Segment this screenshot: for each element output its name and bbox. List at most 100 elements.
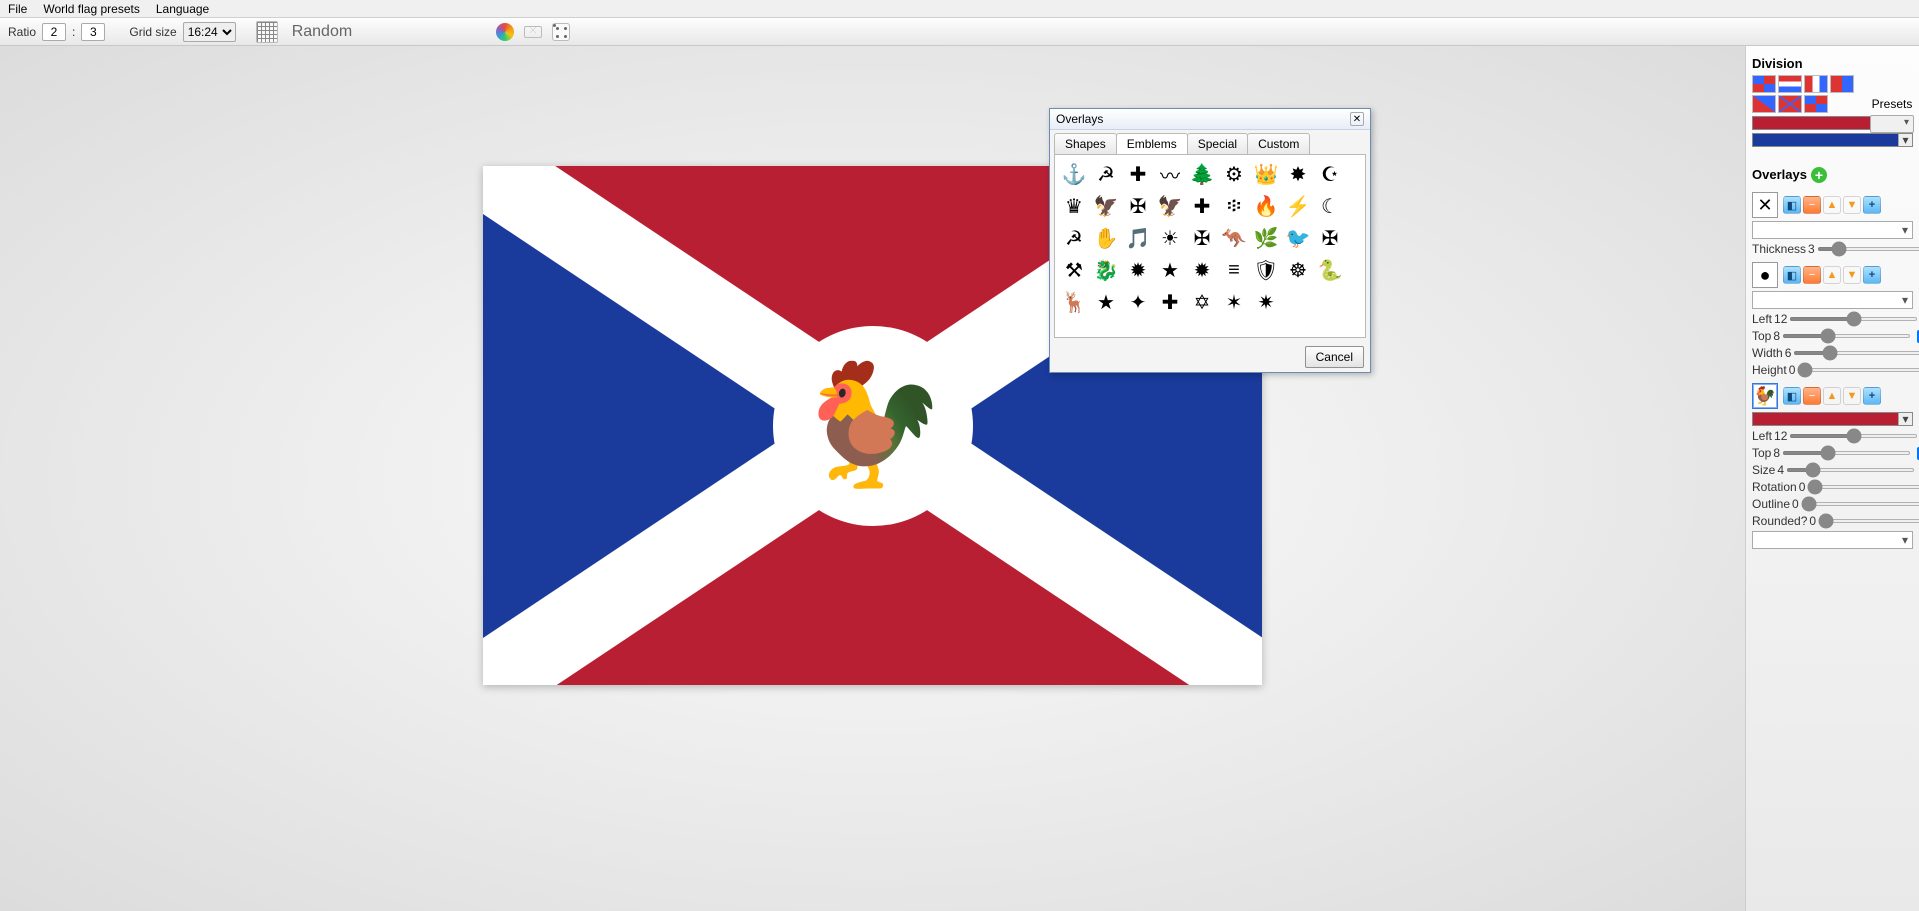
- overlay-type-select[interactable]: [1752, 221, 1913, 239]
- division-quarter-option[interactable]: [1804, 95, 1828, 113]
- emblem-option[interactable]: ✡: [1187, 287, 1217, 317]
- dice-button[interactable]: [550, 21, 572, 43]
- clone-button[interactable]: +: [1863, 196, 1881, 214]
- emblem-option[interactable]: 🦅: [1091, 191, 1121, 221]
- emblem-option[interactable]: ✠: [1315, 223, 1345, 253]
- property-slider[interactable]: [1782, 334, 1911, 338]
- remove-button[interactable]: −: [1803, 266, 1821, 284]
- emblem-option[interactable]: ✚: [1187, 191, 1217, 221]
- property-slider[interactable]: [1793, 351, 1919, 355]
- tab-special[interactable]: Special: [1187, 133, 1248, 154]
- menu-world-flag-presets[interactable]: World flag presets: [43, 2, 140, 16]
- overlay-type-select[interactable]: [1752, 291, 1913, 309]
- emblem-option[interactable]: ✶: [1219, 287, 1249, 317]
- dialog-body[interactable]: ⚓☭✚〰🌲⚙👑✸☪♛🦅✠🦅✚፨🔥⚡☾☭✋🎵☀✠🦘🌿🐦✠⚒🐉✹★✹≡🛡☸🐍🦌★✦✚…: [1054, 154, 1366, 338]
- emblem-option[interactable]: ✠: [1187, 223, 1217, 253]
- select-button[interactable]: ◧: [1783, 196, 1801, 214]
- emblem-option[interactable]: ☀: [1155, 223, 1185, 253]
- overlay-color[interactable]: ▾: [1752, 412, 1913, 426]
- dialog-cancel-button[interactable]: Cancel: [1305, 346, 1364, 368]
- emblem-option[interactable]: ♛: [1059, 191, 1089, 221]
- emblem-option[interactable]: 🦌: [1059, 287, 1089, 317]
- emblem-option[interactable]: 🌲: [1187, 159, 1217, 189]
- ratio-a-input[interactable]: [42, 23, 66, 41]
- emblem-option[interactable]: ✚: [1155, 287, 1185, 317]
- emblem-option[interactable]: 🎵: [1123, 223, 1153, 253]
- remove-button[interactable]: −: [1803, 387, 1821, 405]
- dialog-close-button[interactable]: ✕: [1350, 112, 1364, 126]
- emblem-option[interactable]: 🌿: [1251, 223, 1281, 253]
- move-up-button[interactable]: ▲: [1823, 266, 1841, 284]
- grid-toggle-button[interactable]: [256, 21, 278, 43]
- color-wheel-button[interactable]: [494, 21, 516, 43]
- emblem-option[interactable]: 👑: [1251, 159, 1281, 189]
- emblem-option[interactable]: ☭: [1091, 159, 1121, 189]
- property-slider[interactable]: [1782, 451, 1911, 455]
- grid-size-select[interactable]: 16:24: [183, 22, 236, 42]
- emblem-option[interactable]: 〰: [1155, 159, 1185, 189]
- emblem-option[interactable]: ⚙: [1219, 159, 1249, 189]
- division-grid-option[interactable]: [1752, 75, 1776, 93]
- property-slider[interactable]: [1789, 434, 1918, 438]
- presets-dropdown[interactable]: [1870, 115, 1914, 133]
- emblem-option[interactable]: ≡: [1219, 255, 1249, 285]
- emblem-option[interactable]: ✹: [1123, 255, 1153, 285]
- overlay-thumb[interactable]: ●: [1752, 262, 1778, 288]
- clone-button[interactable]: +: [1863, 266, 1881, 284]
- remove-button[interactable]: −: [1803, 196, 1821, 214]
- emblem-option[interactable]: ★: [1091, 287, 1121, 317]
- ratio-b-input[interactable]: [81, 23, 105, 41]
- move-down-button[interactable]: ▼: [1843, 387, 1861, 405]
- overlay-thumb[interactable]: ✕: [1752, 192, 1778, 218]
- email-button[interactable]: [522, 21, 544, 43]
- property-slider[interactable]: [1818, 519, 1919, 523]
- emblem-option[interactable]: ⚒: [1059, 255, 1089, 285]
- emblem-option[interactable]: ⚡: [1283, 191, 1313, 221]
- tab-custom[interactable]: Custom: [1247, 133, 1310, 154]
- property-slider[interactable]: [1789, 317, 1918, 321]
- emblem-option[interactable]: ✹: [1187, 255, 1217, 285]
- canvas-area[interactable]: 🐓: [0, 46, 1745, 911]
- random-button[interactable]: Random: [292, 23, 352, 41]
- division-horizontal-option[interactable]: [1778, 75, 1802, 93]
- emblem-option[interactable]: 🦘: [1219, 223, 1249, 253]
- emblem-option[interactable]: ☸: [1283, 255, 1313, 285]
- emblem-option[interactable]: 🦅: [1155, 191, 1185, 221]
- move-down-button[interactable]: ▼: [1843, 196, 1861, 214]
- emblem-option[interactable]: ★: [1155, 255, 1185, 285]
- division-bicolor-option[interactable]: [1830, 75, 1854, 93]
- emblem-option[interactable]: ✷: [1251, 287, 1281, 317]
- property-slider[interactable]: [1801, 502, 1919, 506]
- emblem-option[interactable]: ✦: [1123, 287, 1153, 317]
- division-vertical-option[interactable]: [1804, 75, 1828, 93]
- emblem-option[interactable]: 🐦: [1283, 223, 1313, 253]
- division-saltire-option[interactable]: [1778, 95, 1802, 113]
- menu-file[interactable]: File: [8, 2, 27, 16]
- move-up-button[interactable]: ▲: [1823, 196, 1841, 214]
- division-diagonal-option[interactable]: [1752, 95, 1776, 113]
- emblem-option[interactable]: 🐍: [1315, 255, 1345, 285]
- add-overlay-button[interactable]: +: [1811, 167, 1827, 183]
- emblem-option[interactable]: 🛡: [1251, 255, 1281, 285]
- move-down-button[interactable]: ▼: [1843, 266, 1861, 284]
- tab-shapes[interactable]: Shapes: [1054, 133, 1117, 154]
- emblem-option[interactable]: ✋: [1091, 223, 1121, 253]
- emblem-option[interactable]: ☭: [1059, 223, 1089, 253]
- move-up-button[interactable]: ▲: [1823, 387, 1841, 405]
- emblem-option[interactable]: ፨: [1219, 191, 1249, 221]
- tab-emblems[interactable]: Emblems: [1116, 133, 1188, 154]
- property-slider[interactable]: [1786, 468, 1915, 472]
- emblem-option[interactable]: ✸: [1283, 159, 1313, 189]
- emblem-option[interactable]: ☾: [1315, 191, 1345, 221]
- clone-button[interactable]: +: [1863, 387, 1881, 405]
- emblem-option[interactable]: ⚓: [1059, 159, 1089, 189]
- emblem-option[interactable]: ✠: [1123, 191, 1153, 221]
- select-button[interactable]: ◧: [1783, 387, 1801, 405]
- emblem-option[interactable]: 🐉: [1091, 255, 1121, 285]
- property-slider[interactable]: [1797, 368, 1919, 372]
- property-slider[interactable]: [1807, 485, 1919, 489]
- property-slider[interactable]: [1817, 247, 1919, 251]
- select-button[interactable]: ◧: [1783, 266, 1801, 284]
- division-color-2[interactable]: ▾: [1752, 133, 1913, 147]
- menu-language[interactable]: Language: [156, 2, 209, 16]
